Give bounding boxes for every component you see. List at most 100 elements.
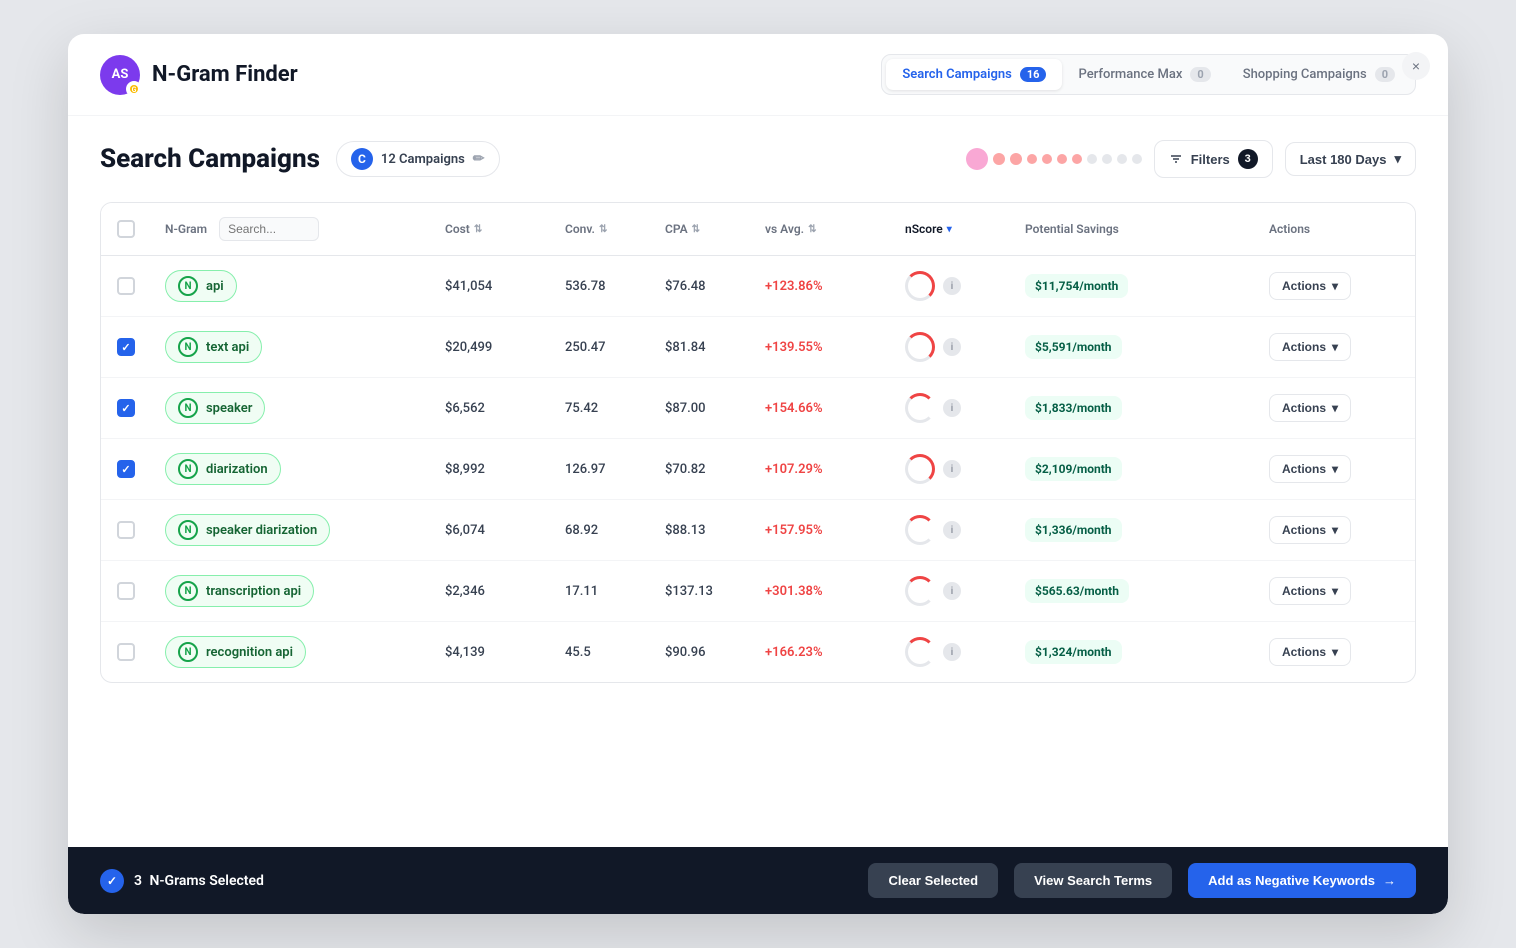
info-icon-speaker[interactable]: i <box>943 399 961 417</box>
app-title: N-Gram Finder <box>152 62 298 87</box>
actions-button-api[interactable]: Actions ▾ <box>1269 272 1351 300</box>
actions-button-recognition-api[interactable]: Actions ▾ <box>1269 638 1351 666</box>
checkbox-text-api[interactable] <box>117 338 135 356</box>
table-row: N speaker diarization $6,074 68.92 $88.1… <box>101 500 1415 561</box>
checkbox-transcription-api[interactable] <box>117 582 135 600</box>
vsavg-cell-speaker-diarization: +157.95% <box>765 523 905 538</box>
info-icon-text-api[interactable]: i <box>943 338 961 356</box>
tab-shopping-campaigns[interactable]: Shopping Campaigns 0 <box>1227 59 1411 90</box>
chevron-down-icon: ▾ <box>1332 401 1338 415</box>
ngram-cell-diarization: N diarization <box>165 453 445 485</box>
row-checkbox-api[interactable] <box>117 277 165 295</box>
th-conv[interactable]: Conv. ⇅ <box>565 222 665 236</box>
select-all-checkbox[interactable] <box>117 220 135 238</box>
sort-icon-nscore: ▾ <box>947 224 952 235</box>
th-savings: Potential Savings <box>1025 222 1269 236</box>
tab-search-campaigns[interactable]: Search Campaigns 16 <box>886 59 1062 90</box>
row-checkbox-recognition-api[interactable] <box>117 643 165 661</box>
table-row: N speaker $6,562 75.42 $87.00 +154.66% i… <box>101 378 1415 439</box>
n-icon: N <box>178 520 198 540</box>
edit-icon[interactable]: ✏ <box>473 151 485 167</box>
th-ngram: N-Gram <box>165 217 445 241</box>
info-icon-api[interactable]: i <box>943 277 961 295</box>
header-right: Filters 3 Last 180 Days ▾ <box>966 140 1416 178</box>
cpa-cell-recognition-api: $90.96 <box>665 645 765 660</box>
ngram-badge-diarization: N diarization <box>165 453 281 485</box>
actions-button-speaker[interactable]: Actions ▾ <box>1269 394 1351 422</box>
dot-1 <box>993 153 1005 165</box>
cpa-cell-speaker: $87.00 <box>665 401 765 416</box>
actions-button-transcription-api[interactable]: Actions ▾ <box>1269 577 1351 605</box>
ngram-cell-text-api: N text api <box>165 331 445 363</box>
actions-button-speaker-diarization[interactable]: Actions ▾ <box>1269 516 1351 544</box>
th-nscore[interactable]: nScore ▾ <box>905 222 1025 236</box>
vsavg-cell-text-api: +139.55% <box>765 340 905 355</box>
ngram-cell-speaker-diarization: N speaker diarization <box>165 514 445 546</box>
checkbox-recognition-api[interactable] <box>117 643 135 661</box>
score-ring-text-api <box>905 332 935 362</box>
row-checkbox-diarization[interactable] <box>117 460 165 478</box>
table-row: N text api $20,499 250.47 $81.84 +139.55… <box>101 317 1415 378</box>
actions-button-diarization[interactable]: Actions ▾ <box>1269 455 1351 483</box>
th-cpa[interactable]: CPA ⇅ <box>665 222 765 236</box>
ngram-badge-transcription-api: N transcription api <box>165 575 314 607</box>
google-ads-icon: G <box>129 84 139 94</box>
score-ring-speaker <box>905 393 935 423</box>
score-ring-recognition-api <box>905 637 935 667</box>
n-icon: N <box>178 642 198 662</box>
th-cost[interactable]: Cost ⇅ <box>445 222 565 236</box>
close-button[interactable]: × <box>1402 52 1430 80</box>
ngram-badge-recognition-api: N recognition api <box>165 636 306 668</box>
cost-cell-transcription-api: $2,346 <box>445 584 565 599</box>
close-icon: × <box>1412 58 1420 74</box>
info-icon-recognition-api[interactable]: i <box>943 643 961 661</box>
sort-icon-cost: ⇅ <box>474 224 482 235</box>
row-checkbox-text-api[interactable] <box>117 338 165 356</box>
row-checkbox-speaker[interactable] <box>117 399 165 417</box>
add-negative-keywords-button[interactable]: Add as Negative Keywords → <box>1188 863 1416 898</box>
conv-cell-diarization: 126.97 <box>565 462 665 477</box>
actions-cell-speaker-diarization: Actions ▾ <box>1269 516 1399 544</box>
actions-cell-diarization: Actions ▾ <box>1269 455 1399 483</box>
info-icon-speaker-diarization[interactable]: i <box>943 521 961 539</box>
bottom-bar: ✓ 3 N-Grams Selected Clear Selected View… <box>68 847 1448 914</box>
actions-cell-speaker: Actions ▾ <box>1269 394 1399 422</box>
chevron-down-icon: ▾ <box>1332 523 1338 537</box>
logo-area: AS G N-Gram Finder <box>100 55 857 95</box>
checkbox-diarization[interactable] <box>117 460 135 478</box>
savings-cell-text-api: $5,591/month <box>1025 335 1269 359</box>
avatar-badge: G <box>126 81 142 97</box>
view-search-terms-button[interactable]: View Search Terms <box>1014 863 1172 898</box>
actions-cell-text-api: Actions ▾ <box>1269 333 1399 361</box>
header: AS G N-Gram Finder Search Campaigns 16 P… <box>68 34 1448 116</box>
row-checkbox-transcription-api[interactable] <box>117 582 165 600</box>
n-icon: N <box>178 276 198 296</box>
cpa-cell-diarization: $70.82 <box>665 462 765 477</box>
savings-cell-api: $11,754/month <box>1025 274 1269 298</box>
filters-button[interactable]: Filters 3 <box>1154 140 1273 178</box>
campaigns-badge[interactable]: C 12 Campaigns ✏ <box>336 141 500 177</box>
conv-cell-speaker: 75.42 <box>565 401 665 416</box>
checkbox-api[interactable] <box>117 277 135 295</box>
checkbox-speaker-diarization[interactable] <box>117 521 135 539</box>
nscore-cell-recognition-api: i <box>905 637 1025 667</box>
n-icon: N <box>178 459 198 479</box>
date-range-button[interactable]: Last 180 Days ▾ <box>1285 142 1416 176</box>
row-checkbox-speaker-diarization[interactable] <box>117 521 165 539</box>
info-icon-transcription-api[interactable]: i <box>943 582 961 600</box>
table-row: N transcription api $2,346 17.11 $137.13… <box>101 561 1415 622</box>
svg-text:G: G <box>132 86 137 94</box>
th-vsavg[interactable]: vs Avg. ⇅ <box>765 222 905 236</box>
dot-7 <box>1087 154 1097 164</box>
checkbox-speaker[interactable] <box>117 399 135 417</box>
tab-performance-max[interactable]: Performance Max 0 <box>1062 59 1226 90</box>
score-ring-diarization <box>905 454 935 484</box>
savings-cell-speaker-diarization: $1,336/month <box>1025 518 1269 542</box>
ngram-cell-api: N api <box>165 270 445 302</box>
vsavg-cell-diarization: +107.29% <box>765 462 905 477</box>
ngram-search-input[interactable] <box>219 217 319 241</box>
actions-button-text-api[interactable]: Actions ▾ <box>1269 333 1351 361</box>
info-icon-diarization[interactable]: i <box>943 460 961 478</box>
cost-cell-diarization: $8,992 <box>445 462 565 477</box>
clear-selected-button[interactable]: Clear Selected <box>868 863 998 898</box>
